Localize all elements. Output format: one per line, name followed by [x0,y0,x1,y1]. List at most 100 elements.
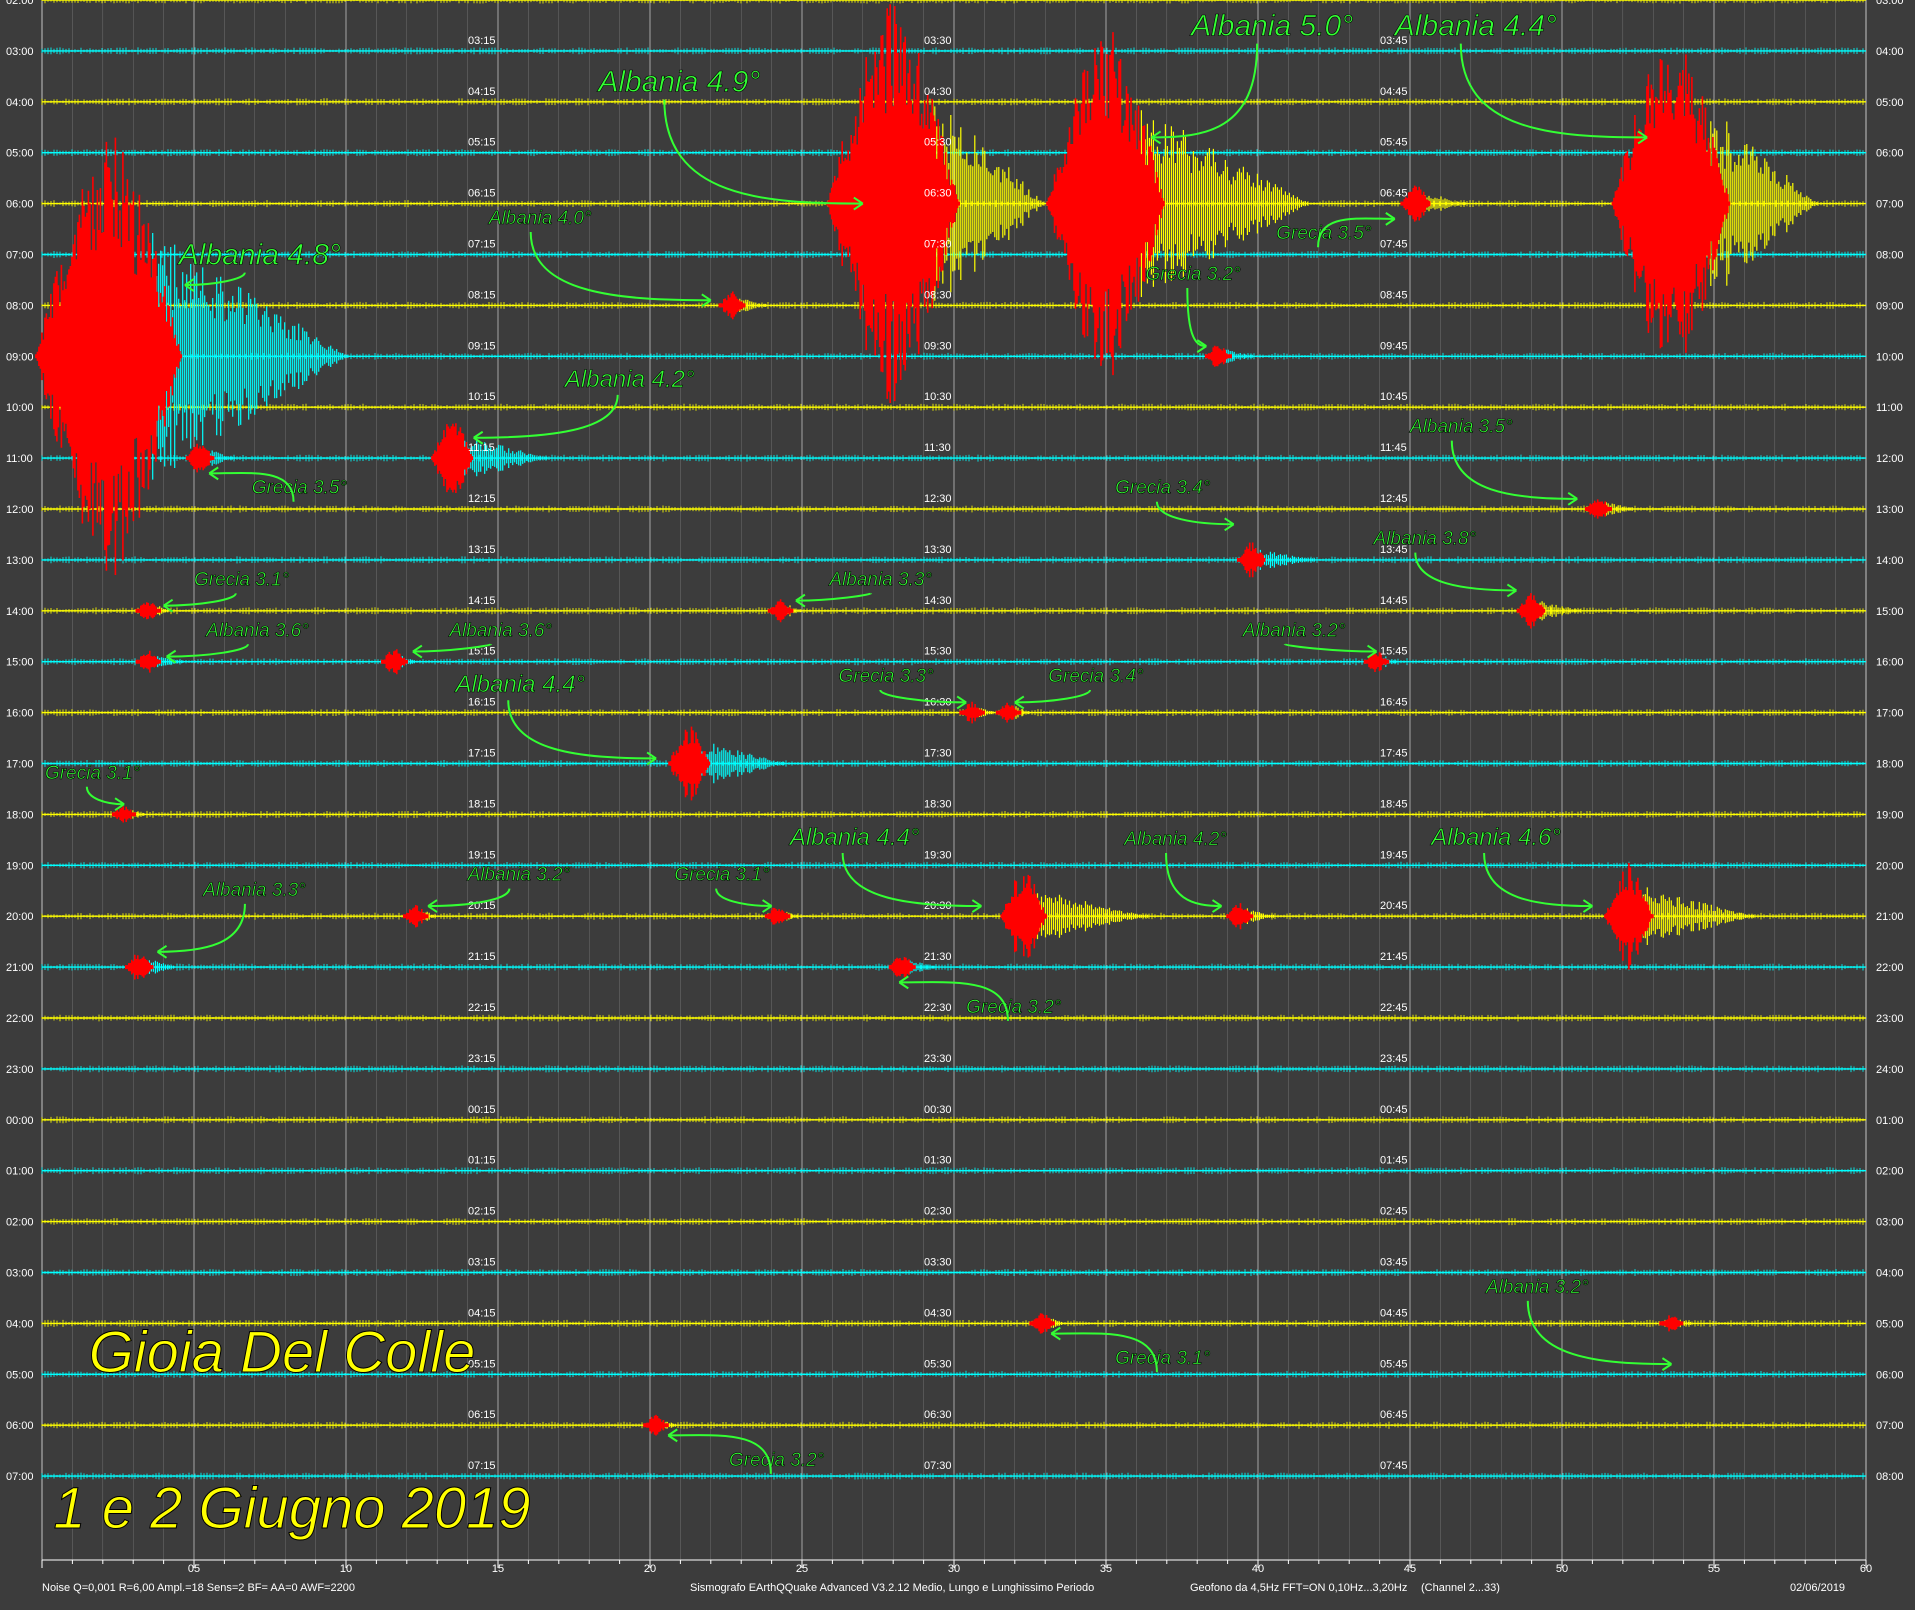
row-time-left: 06:00 [6,199,34,211]
row-quarter-mark: 08:45 [1380,289,1408,301]
event-label: Grecia 3.1° [194,569,290,590]
row-quarter-mark: 21:15 [468,951,496,963]
row-quarter-mark: 23:30 [924,1053,952,1065]
event-label: Grecia 3.3° [838,666,934,687]
row-time-left: 00:00 [6,1115,34,1127]
row-time-left: 03:00 [6,1268,34,1280]
row-time-right: 08:00 [1876,250,1904,262]
row-quarter-mark: 01:45 [1380,1155,1408,1167]
helicorder-chart: 02:00 03:00 02:15 02:30 02:45 03:00 04:00 03:15… [0,0,1915,1610]
row-quarter-mark: 22:45 [1380,1002,1408,1014]
row-quarter-mark: 03:15 [468,1257,496,1269]
row-quarter-mark: 05:45 [1380,137,1408,149]
row-quarter-mark: 02:30 [924,1206,952,1218]
x-tick-label: 35 [1100,1563,1112,1575]
x-tick-label: 50 [1556,1563,1568,1575]
event-label: Grecia 3.4° [1048,666,1144,687]
x-tick-label: 40 [1252,1563,1264,1575]
row-quarter-mark: 10:45 [1380,391,1408,403]
row-quarter-mark: 05:15 [468,137,496,149]
row-time-left: 08:00 [6,300,34,312]
row-time-left: 20:00 [6,911,34,923]
event-label: Grecia 3.4° [1115,478,1211,499]
row-quarter-mark: 06:30 [924,188,952,200]
event-label: Albania 3.6° [448,620,552,641]
row-quarter-mark: 04:30 [924,86,952,98]
row-quarter-mark: 16:15 [468,697,496,709]
row-time-right: 22:00 [1876,962,1904,974]
row-quarter-mark: 18:45 [1380,798,1408,810]
row-quarter-mark: 06:30 [924,1409,952,1421]
row-quarter-mark: 02:45 [1380,1206,1408,1218]
row-quarter-mark: 02:15 [468,1206,496,1218]
event-label: Albania 3.3° [828,569,932,590]
row-time-left: 22:00 [6,1013,34,1025]
row-quarter-mark: 05:45 [1380,1358,1408,1370]
row-time-right: 01:00 [1876,1115,1904,1127]
event-label: Albania 5.0° [1189,10,1353,43]
event-label: Albania 4.4° [788,824,920,851]
row-time-right: 02:00 [1876,1166,1904,1178]
row-quarter-mark: 19:45 [1380,849,1408,861]
event-label: Grecia 3.1° [1115,1348,1211,1369]
row-time-left: 23:00 [6,1064,34,1076]
event-label: Albania 3.6° [205,620,309,641]
row-time-left: 07:00 [6,250,34,262]
row-time-left: 12:00 [6,504,34,516]
event-label: Grecia 3.1° [45,763,141,784]
row-time-left: 14:00 [6,606,34,618]
row-quarter-mark: 21:30 [924,951,952,963]
row-quarter-mark: 16:45 [1380,697,1408,709]
event-label: Albania 4.2° [1123,829,1227,850]
row-quarter-mark: 05:30 [924,1358,952,1370]
row-quarter-mark: 07:45 [1380,239,1408,251]
row-quarter-mark: 03:45 [1380,1257,1408,1269]
row-quarter-mark: 15:30 [924,646,952,658]
row-time-right: 16:00 [1876,657,1904,669]
row-quarter-mark: 08:30 [924,289,952,301]
row-time-left: 13:00 [6,555,34,567]
row-quarter-mark: 00:30 [924,1104,952,1116]
event-label: Albania 4.8° [177,239,341,272]
row-quarter-mark: 14:30 [924,595,952,607]
row-time-left: 07:00 [6,1471,34,1483]
row-time-left: 15:00 [6,657,34,669]
row-quarter-mark: 03:15 [468,35,496,47]
row-quarter-mark: 14:45 [1380,595,1408,607]
row-time-left: 03:00 [6,46,34,58]
row-time-right: 05:00 [1876,1318,1904,1330]
event-label: Albania 3.2° [1485,1277,1589,1298]
row-quarter-mark: 22:15 [468,1002,496,1014]
row-quarter-mark: 07:15 [468,1460,496,1472]
row-quarter-mark: 06:15 [468,188,496,200]
row-time-left: 21:00 [6,962,34,974]
row-quarter-mark: 06:45 [1380,1409,1408,1421]
event-label: Grecia 3.2° [966,997,1062,1018]
title-date: 1 e 2 Giugno 2019 [53,1476,530,1541]
x-tick-label: 55 [1708,1563,1720,1575]
row-time-right: 04:00 [1876,1268,1904,1280]
footer-noise-params: Noise Q=0,001 R=6,00 Ampl.=18 Sens=2 BF=… [42,1582,355,1594]
event-label: Albania 4.4° [453,671,585,698]
row-time-left: 05:00 [6,148,34,160]
row-quarter-mark: 04:45 [1380,1307,1408,1319]
row-time-right: 18:00 [1876,759,1904,771]
row-quarter-mark: 07:15 [468,239,496,251]
row-quarter-mark: 09:30 [924,340,952,352]
footer-channel: (Channel 2...33) [1421,1582,1500,1594]
row-quarter-mark: 04:15 [468,86,496,98]
row-quarter-mark: 17:45 [1380,748,1408,760]
row-time-right: 07:00 [1876,199,1904,211]
row-time-left: 01:00 [6,1166,34,1178]
event-label: Albania 4.9° [596,66,760,99]
title-station: Gioia Del Colle [89,1320,476,1385]
x-tick-label: 60 [1860,1563,1872,1575]
row-quarter-mark: 13:15 [468,544,496,556]
row-quarter-mark: 12:45 [1380,493,1408,505]
row-time-right: 15:00 [1876,606,1904,618]
row-time-left: 11:00 [6,453,33,465]
row-quarter-mark: 18:30 [924,798,952,810]
footer-software: Sismografo EArthQQuake Advanced V3.2.12 … [690,1582,1094,1594]
x-tick-label: 30 [948,1563,960,1575]
row-time-right: 04:00 [1876,46,1904,58]
